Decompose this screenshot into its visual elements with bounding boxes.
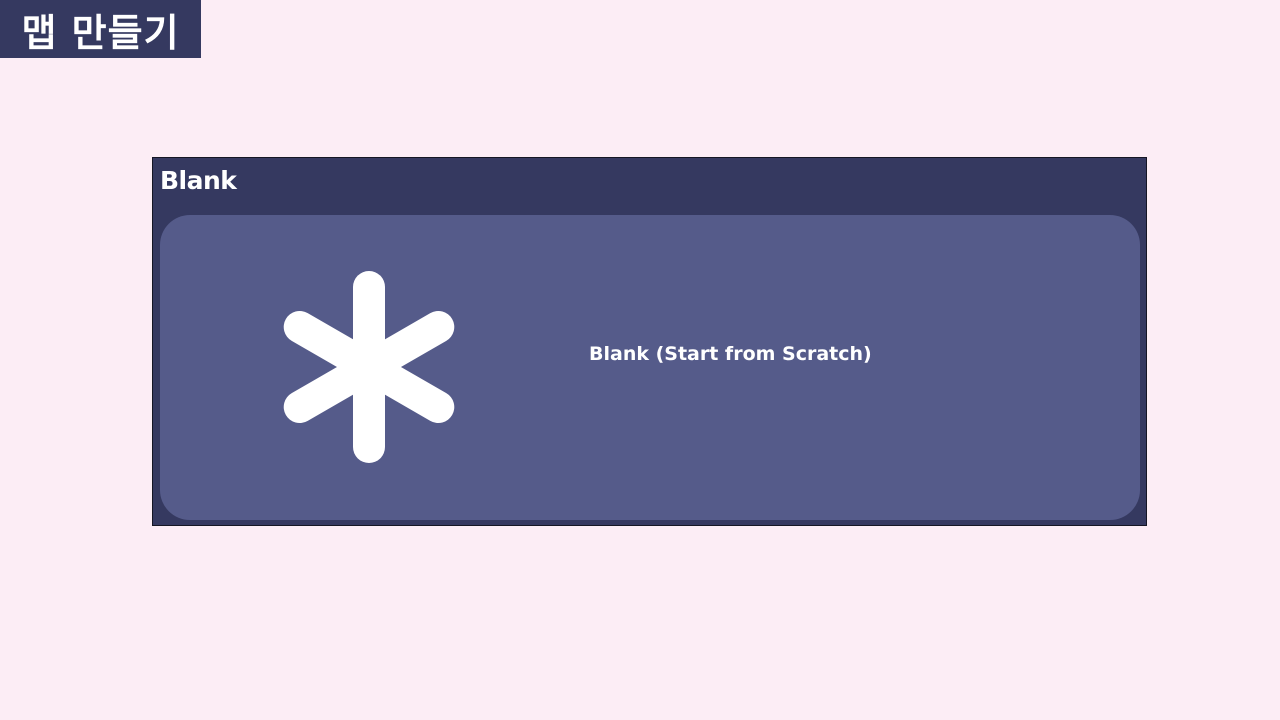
template-card-label: Blank (Start from Scratch) (589, 343, 872, 365)
section-heading: Blank (160, 166, 237, 195)
page-title: 맵 만들기 (0, 0, 201, 58)
asterisk-icon (283, 271, 455, 463)
blank-template-card[interactable]: Blank (Start from Scratch) (160, 215, 1140, 520)
blank-template-panel: Blank Blank (Start from Scratch) (152, 157, 1147, 526)
